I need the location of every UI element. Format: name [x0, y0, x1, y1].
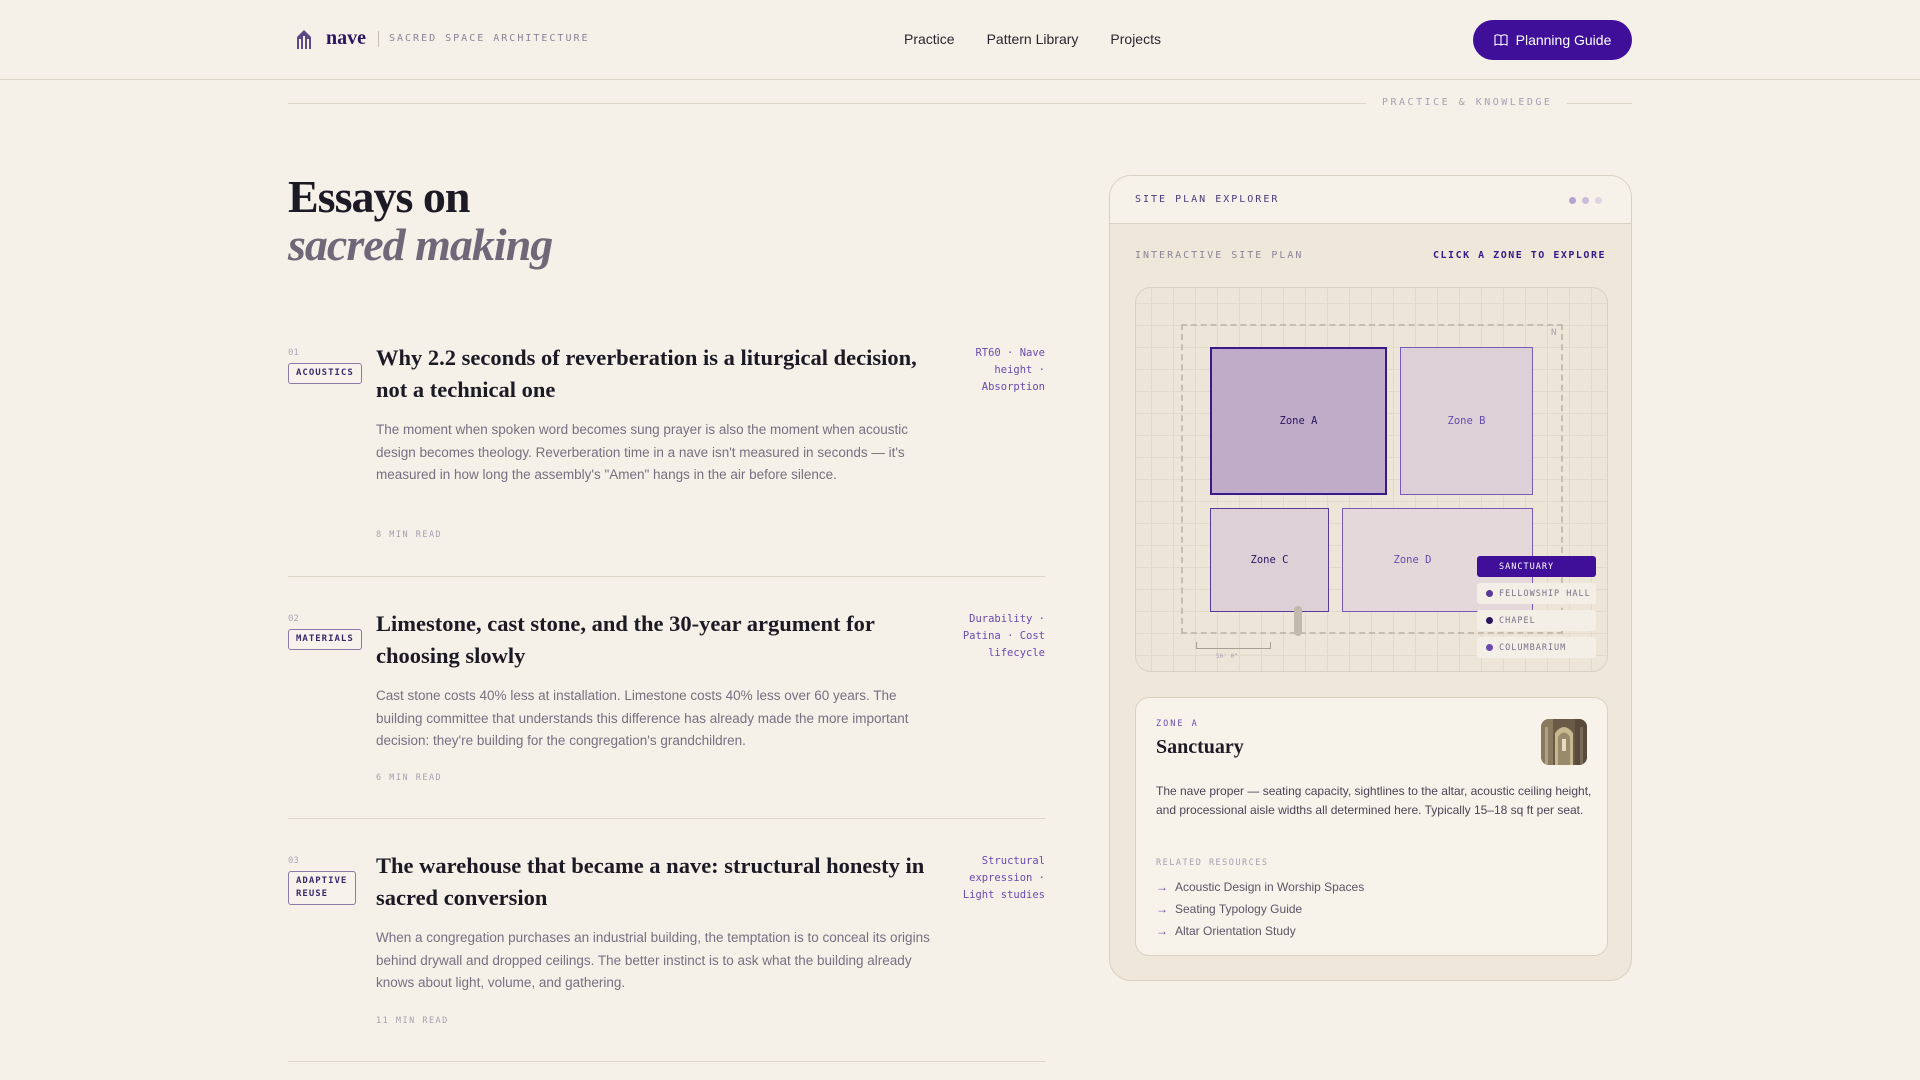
essay-number: 01: [288, 348, 299, 358]
legend-label: FELLOWSHIP HALL: [1499, 588, 1591, 599]
zone-a[interactable]: Zone A: [1210, 347, 1387, 495]
essay-keywords: RT60 · Nave height · Absorption: [975, 347, 1045, 393]
related-link[interactable]: → Acoustic Design in Worship Spaces: [1156, 876, 1364, 898]
planning-guide-button[interactable]: Planning Guide: [1473, 20, 1632, 60]
related-link-label: Acoustic Design in Worship Spaces: [1175, 880, 1365, 894]
essay-keywords: Structural expression · Light studies: [962, 855, 1045, 901]
site-plan-explorer: SITE PLAN EXPLORER INTERACTIVE SITE PLAN…: [1109, 175, 1632, 981]
zone-c[interactable]: Zone C: [1210, 508, 1329, 612]
planning-guide-label: Planning Guide: [1515, 32, 1612, 48]
main-nav: Practice Pattern Library Projects: [904, 31, 1161, 47]
nav-projects[interactable]: Projects: [1110, 31, 1161, 47]
section-rule: [288, 103, 1366, 104]
zone-description: The nave proper — seating capacity, sigh…: [1156, 784, 1592, 817]
related-link[interactable]: → Altar Orientation Study: [1156, 920, 1364, 942]
zone-thumbnail: [1541, 719, 1587, 765]
essay-item[interactable]: 02 MATERIALS Limestone, cast stone, and …: [288, 611, 1045, 794]
zone-label: Zone B: [1447, 415, 1486, 427]
legend-columbarium[interactable]: COLUMBARIUM: [1477, 637, 1596, 658]
window-dots: [1569, 197, 1602, 204]
brand-tagline: SACRED SPACE ARCHITECTURE: [389, 33, 590, 44]
legend-chapel[interactable]: CHAPEL: [1477, 610, 1596, 631]
page-title-line1: Essays on: [288, 171, 470, 222]
arrow-right-icon: →: [1156, 924, 1168, 938]
explorer-header: SITE PLAN EXPLORER: [1110, 176, 1631, 224]
zone-legend: SANCTUARY FELLOWSHIP HALL CHAPEL COLUMBA…: [1477, 556, 1596, 664]
related-link[interactable]: → Seating Typology Guide: [1156, 898, 1364, 920]
page-title: Essays on sacred making: [288, 171, 553, 270]
section-rule-end: [1567, 103, 1632, 104]
site-plan-map: N Zone A Zone B Zone C Zone D 50' 0" SAN…: [1135, 287, 1608, 672]
sanctuary-image: [1541, 719, 1587, 765]
essay-item[interactable]: 03 ADAPTIVE REUSE The warehouse that bec…: [288, 853, 1045, 1036]
legend-dot-icon: [1486, 590, 1493, 597]
site-header: nave SACRED SPACE ARCHITECTURE Practice …: [0, 0, 1920, 80]
essay-excerpt: When a congregation purchases an industr…: [376, 930, 930, 990]
related-link-label: Seating Typology Guide: [1175, 902, 1303, 916]
plan-subtitle: INTERACTIVE SITE PLAN: [1135, 250, 1304, 261]
essay-tag[interactable]: ACOUSTICS: [288, 363, 362, 384]
essay-title[interactable]: Why 2.2 seconds of reverberation is a li…: [376, 342, 936, 406]
zone-label: Zone C: [1250, 554, 1289, 566]
related-resources-list: → Acoustic Design in Worship Spaces → Seat…: [1156, 876, 1364, 942]
legend-label: CHAPEL: [1499, 615, 1536, 626]
zone-b[interactable]: Zone B: [1400, 347, 1533, 495]
zone-title: Sanctuary: [1156, 736, 1244, 758]
related-link-label: Altar Orientation Study: [1175, 924, 1296, 938]
window-dot: [1595, 197, 1602, 204]
essay-number: 03: [288, 856, 299, 866]
essay-title[interactable]: Limestone, cast stone, and the 30-year a…: [376, 608, 936, 672]
legend-sanctuary[interactable]: SANCTUARY: [1477, 556, 1596, 577]
legend-dot-icon: [1486, 644, 1493, 651]
brand[interactable]: nave SACRED SPACE ARCHITECTURE: [296, 27, 590, 50]
plan-hint: CLICK A ZONE TO EXPLORE: [1433, 250, 1606, 261]
nav-pattern-library[interactable]: Pattern Library: [987, 31, 1079, 47]
explorer-title: SITE PLAN EXPLORER: [1135, 194, 1280, 205]
essay-read-time: 8 MIN READ: [376, 530, 443, 540]
legend-label: COLUMBARIUM: [1499, 642, 1567, 653]
arrow-right-icon: →: [1156, 880, 1168, 894]
essay-keywords: Durability · Patina · Cost lifecycle: [962, 613, 1045, 659]
essay-title[interactable]: The warehouse that became a nave: struct…: [376, 850, 936, 914]
section-label: PRACTICE & KNOWLEDGE: [1382, 97, 1553, 108]
essay-read-time: 11 MIN READ: [376, 1016, 449, 1026]
legend-label: SANCTUARY: [1499, 561, 1555, 572]
drag-handle[interactable]: [1294, 606, 1302, 636]
essay-excerpt: Cast stone costs 40% less at installatio…: [376, 688, 909, 748]
arrow-right-icon: →: [1156, 902, 1168, 916]
essay-read-time: 6 MIN READ: [376, 773, 443, 783]
essay-item[interactable]: 01 ACOUSTICS Why 2.2 seconds of reverber…: [288, 345, 1045, 548]
essay-tag[interactable]: ADAPTIVE REUSE: [288, 871, 356, 905]
page-title-line2: sacred making: [288, 219, 553, 270]
zone-kicker: ZONE A: [1156, 719, 1199, 729]
brand-name: nave: [326, 27, 366, 49]
window-dot: [1582, 197, 1589, 204]
scale-bar: [1196, 642, 1271, 649]
north-indicator: N: [1551, 328, 1557, 338]
zone-label: Zone A: [1279, 415, 1318, 427]
window-dot: [1569, 197, 1576, 204]
church-logo-icon: [297, 29, 311, 49]
essay-divider: [288, 818, 1045, 819]
essay-tag[interactable]: MATERIALS: [288, 629, 362, 650]
brand-divider: [378, 30, 379, 47]
zone-label: Zone D: [1393, 554, 1432, 566]
nav-practice[interactable]: Practice: [904, 31, 955, 47]
essay-excerpt: The moment when spoken word becomes sung…: [376, 422, 909, 482]
zone-detail-card: ZONE A Sanctuary The nave proper — seati…: [1135, 697, 1608, 956]
book-icon: [1494, 34, 1508, 46]
essay-number: 02: [288, 614, 299, 624]
legend-fellowship-hall[interactable]: FELLOWSHIP HALL: [1477, 583, 1596, 604]
scale-label: 50' 0": [1216, 653, 1238, 660]
essay-divider: [288, 1061, 1045, 1062]
related-resources-label: RELATED RESOURCES: [1156, 858, 1269, 868]
essay-divider: [288, 576, 1045, 577]
legend-dot-icon: [1486, 617, 1493, 624]
